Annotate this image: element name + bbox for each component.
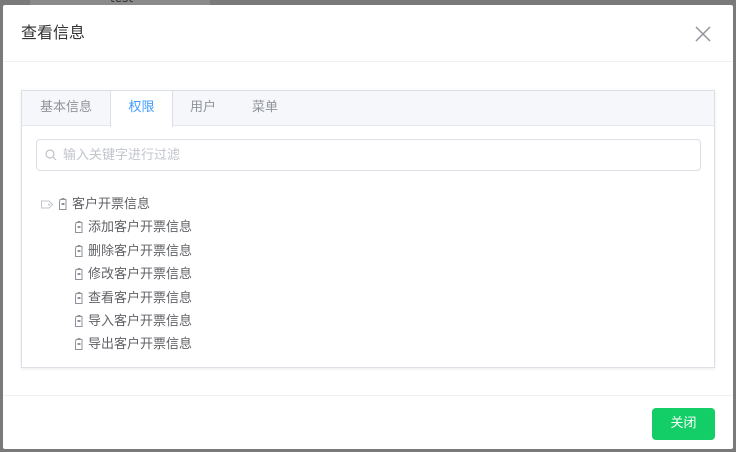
tag-icon [75, 314, 83, 327]
tree-node-label: 客户开票信息 [72, 197, 151, 212]
tree-node-label: 删除客户开票信息 [88, 243, 193, 259]
tree-node-label: 导入客户开票信息 [88, 313, 193, 329]
tab-menus[interactable]: 菜单 [233, 91, 297, 126]
tree-node-label: 修改客户开票信息 [88, 267, 193, 283]
tree-node-label: 导出客户开票信息 [88, 337, 193, 353]
tree-node-child[interactable]: 查看客户开票信息 [40, 287, 640, 310]
tag-icon [75, 291, 83, 304]
tag-icon [75, 268, 83, 281]
dialog-header: 查看信息 [3, 5, 733, 62]
tag-icon [75, 221, 83, 234]
close-icon[interactable] [694, 25, 712, 43]
tree-node-child[interactable]: 导出客户开票信息 [40, 333, 640, 356]
dialog-title: 查看信息 [21, 23, 86, 42]
close-button[interactable]: 关闭 [652, 408, 715, 440]
filter-search-box[interactable] [36, 139, 701, 171]
tab-basic-info[interactable]: 基本信息 [22, 91, 110, 126]
dialog-footer: 关闭 [3, 395, 733, 449]
tabs-card: 基本信息 权限 用户 菜单 客 [21, 90, 715, 368]
tab-permissions[interactable]: 权限 [110, 91, 173, 127]
permission-tree: 客户开票信息 添加客户开票信息 删除客户开票信息 修改客户开票信息 查看客户开票… [40, 193, 640, 357]
filter-input[interactable] [63, 140, 693, 170]
tree-node-child[interactable]: 删除客户开票信息 [40, 240, 640, 263]
tag-icon [75, 244, 83, 257]
tree-node-child[interactable]: 添加客户开票信息 [40, 216, 640, 239]
tree-node-label: 添加客户开票信息 [88, 220, 193, 236]
view-info-dialog: 查看信息 基本信息 权限 用户 菜单 输入关键字进行过滤 客户开票信息 添加客户… [3, 5, 733, 449]
tag-icon [59, 198, 67, 210]
expand-arrow-icon[interactable] [40, 198, 54, 211]
tag-icon [75, 338, 83, 351]
tree-node-root[interactable]: 客户开票信息 [40, 193, 640, 216]
tree-node-child[interactable]: 导入客户开票信息 [40, 310, 640, 333]
search-icon [45, 149, 57, 161]
tree-node-child[interactable]: 修改客户开票信息 [40, 263, 640, 286]
tree-node-label: 查看客户开票信息 [88, 290, 193, 306]
tab-users[interactable]: 用户 [173, 91, 233, 126]
tab-bar: 基本信息 权限 用户 菜单 [22, 91, 714, 127]
